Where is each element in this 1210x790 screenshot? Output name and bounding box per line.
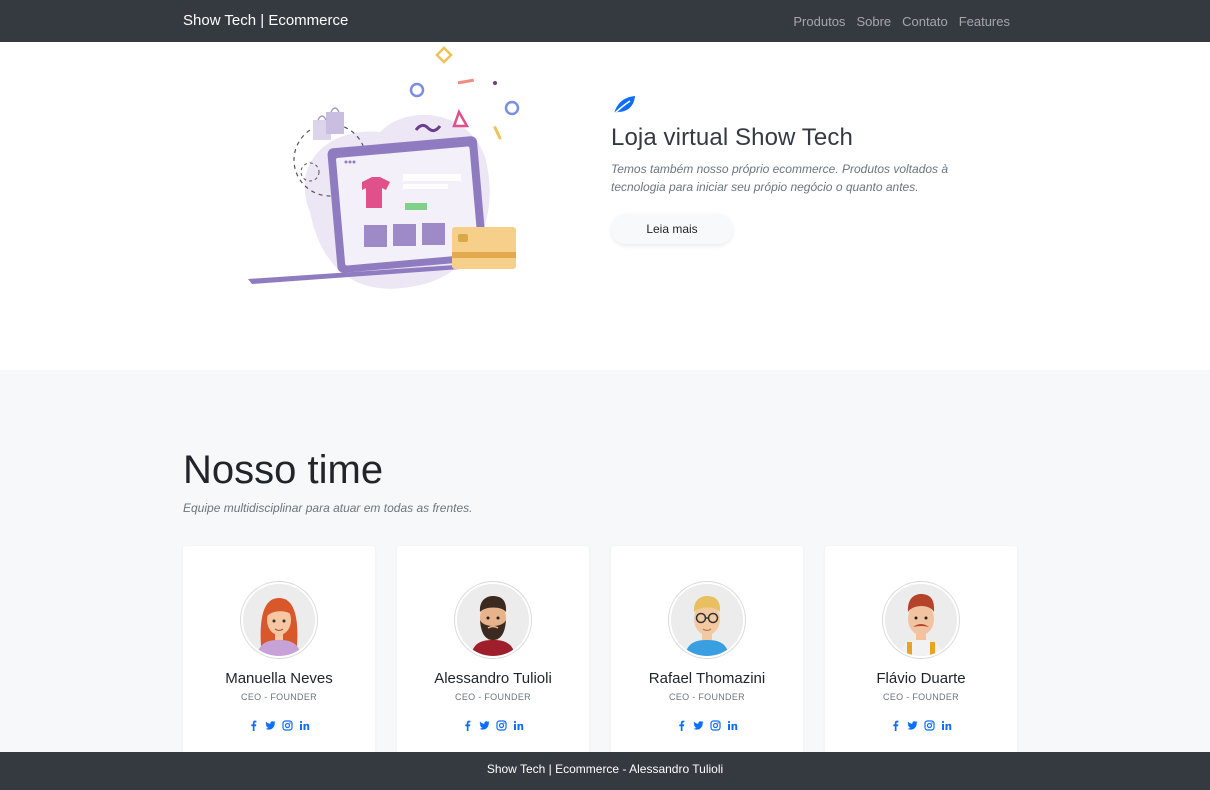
nav-link-produtos[interactable]: Produtos bbox=[793, 14, 845, 29]
social-links bbox=[397, 720, 589, 731]
nav-link-sobre[interactable]: Sobre bbox=[856, 14, 891, 29]
footer: Show Tech | Ecommerce - Alessandro Tulio… bbox=[0, 752, 1210, 790]
mustache-man-avatar-icon bbox=[885, 584, 957, 656]
facebook-icon[interactable] bbox=[248, 720, 259, 731]
facebook-icon[interactable] bbox=[890, 720, 901, 731]
team-subtitle: Equipe multidisciplinar para atuar em to… bbox=[183, 501, 473, 515]
linkedin-icon[interactable] bbox=[727, 720, 738, 731]
nav-link-contato[interactable]: Contato bbox=[902, 14, 948, 29]
linkedin-icon[interactable] bbox=[513, 720, 524, 731]
linkedin-icon[interactable] bbox=[941, 720, 952, 731]
social-links bbox=[825, 720, 1017, 731]
member-name: Manuella Neves bbox=[225, 670, 333, 687]
nav-links: Produtos Sobre Contato Features bbox=[793, 14, 1010, 29]
avatar bbox=[241, 582, 317, 658]
leaf-icon bbox=[612, 96, 635, 116]
facebook-icon[interactable] bbox=[676, 720, 687, 731]
social-links bbox=[183, 720, 375, 731]
facebook-icon[interactable] bbox=[462, 720, 473, 731]
hero-section: Loja virtual Show Tech Temos também noss… bbox=[0, 42, 1210, 370]
leia-mais-button[interactable]: Leia mais bbox=[611, 214, 733, 244]
hero-description: Temos também nosso próprio ecommerce. Pr… bbox=[611, 162, 949, 194]
team-card: Manuella Neves CEO - FOUNDER bbox=[183, 546, 375, 766]
instagram-icon[interactable] bbox=[282, 720, 293, 731]
twitter-icon[interactable] bbox=[907, 720, 918, 731]
member-name: Flávio Duarte bbox=[876, 670, 966, 687]
member-name: Rafael Thomazini bbox=[648, 670, 766, 687]
man-with-glasses-avatar-icon bbox=[671, 584, 743, 656]
hero-title: Loja virtual Show Tech bbox=[611, 124, 853, 151]
team-card: Rafael Thomazini CEO - FOUNDER bbox=[611, 546, 803, 766]
bearded-man-avatar-icon bbox=[457, 584, 529, 656]
navbar-brand[interactable]: Show Tech | Ecommerce bbox=[183, 12, 348, 29]
team-card: Flávio Duarte CEO - FOUNDER bbox=[825, 546, 1017, 766]
member-role: CEO - FOUNDER bbox=[669, 692, 745, 702]
team-cards: Manuella Neves CEO - FOUNDER Alessandro … bbox=[183, 546, 1017, 766]
instagram-icon[interactable] bbox=[710, 720, 721, 731]
team-card: Alessandro Tulioli CEO - FOUNDER bbox=[397, 546, 589, 766]
team-title: Nosso time bbox=[183, 448, 384, 492]
hero-text: Loja virtual Show Tech Temos também noss… bbox=[611, 94, 1011, 244]
avatar bbox=[669, 582, 745, 658]
member-role: CEO - FOUNDER bbox=[455, 692, 531, 702]
twitter-icon[interactable] bbox=[479, 720, 490, 731]
nav-link-features[interactable]: Features bbox=[959, 14, 1010, 29]
avatar bbox=[883, 582, 959, 658]
member-role: CEO - FOUNDER bbox=[241, 692, 317, 702]
navbar: Show Tech | Ecommerce Produtos Sobre Con… bbox=[0, 0, 1210, 42]
footer-text: Show Tech | Ecommerce - Alessandro Tulio… bbox=[486, 762, 724, 776]
twitter-icon[interactable] bbox=[693, 720, 704, 731]
instagram-icon[interactable] bbox=[496, 720, 507, 731]
social-links bbox=[611, 720, 803, 731]
member-name: Alessandro Tulioli bbox=[434, 670, 552, 687]
ecommerce-illustration bbox=[248, 46, 520, 289]
member-role: CEO - FOUNDER bbox=[883, 692, 959, 702]
linkedin-icon[interactable] bbox=[299, 720, 310, 731]
team-section: Nosso time Equipe multidisciplinar para … bbox=[0, 370, 1210, 766]
woman-avatar-icon bbox=[243, 584, 315, 656]
avatar bbox=[455, 582, 531, 658]
twitter-icon[interactable] bbox=[265, 720, 276, 731]
instagram-icon[interactable] bbox=[924, 720, 935, 731]
